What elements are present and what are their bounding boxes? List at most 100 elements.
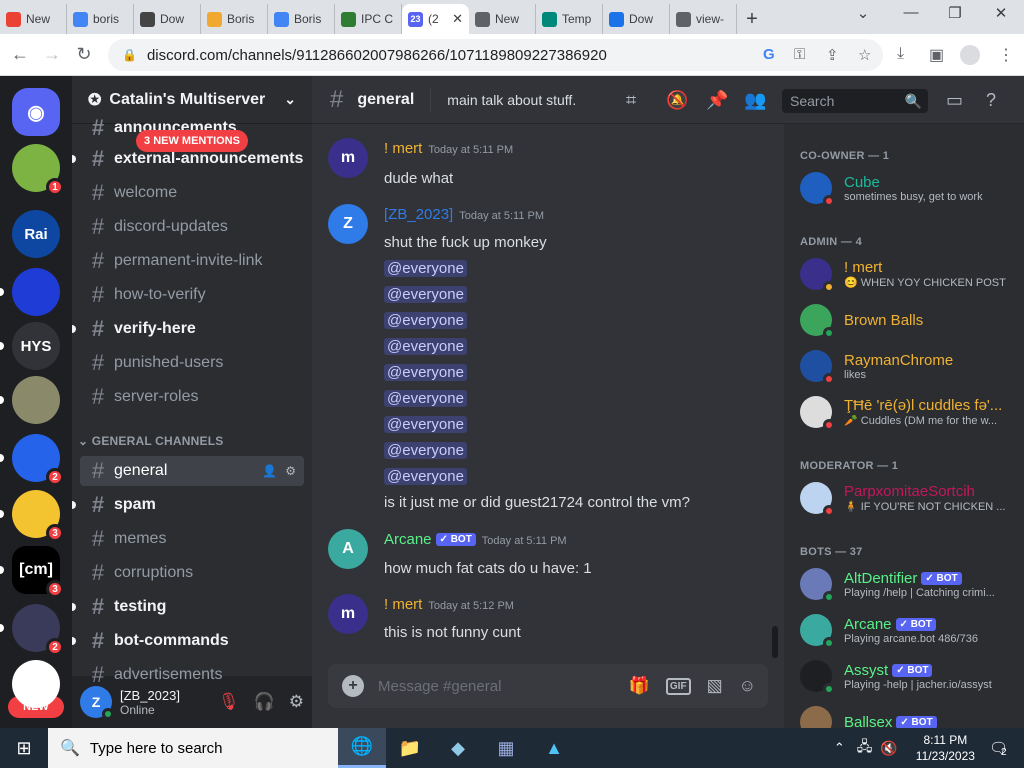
minimize-button[interactable]: — [896,4,926,21]
photos-taskbar-icon[interactable]: ▦ [482,728,530,768]
author-name[interactable]: ! mert [384,140,422,157]
server-fish-icon[interactable] [12,376,60,424]
browser-tab[interactable]: 23 (2 ✕ [402,4,469,34]
chat-scrollbar[interactable] [772,626,778,658]
mention-text[interactable]: @everyone [384,312,467,329]
show-hidden-icons-icon[interactable]: ⌃ [834,740,845,756]
volume-muted-icon[interactable]: 🔇 [880,740,897,757]
mention-text[interactable]: @everyone [384,442,467,459]
channel-spam[interactable]: # spam [72,490,304,520]
member-item[interactable]: ParpxomitaeSortcih 🧍 IF YOU'RE NOT CHICKE… [792,477,1018,519]
search-input[interactable]: Search 🔍 [782,89,928,113]
author-avatar[interactable]: Z [328,204,368,244]
new-mentions-banner[interactable]: 3 NEW MENTIONS [136,130,248,152]
taskbar-search-input[interactable]: 🔍 Type here to search [48,728,338,768]
forward-button[interactable]: → [36,44,68,65]
notifications-muted-icon[interactable]: 🔕 [666,90,688,111]
author-name[interactable]: [ZB_2023] [384,206,453,223]
member-item[interactable]: ŢĦē 'rē(ə)l cuddles fə'... 🥕 Cuddles (DM … [792,391,1018,433]
mute-mic-icon[interactable]: 🎙 [218,692,240,712]
inbox-icon[interactable]: ▭ [946,90,963,111]
server-hex-icon[interactable] [12,660,60,708]
author-avatar[interactable]: A [328,529,368,569]
channel-topic[interactable]: main talk about stuff. [447,92,576,108]
channel-general[interactable]: # general 👤 ⚙ [80,456,304,486]
emoji-icon[interactable]: ☺ [739,676,756,696]
browser-tab[interactable]: Dow [134,4,201,34]
new-tab-button[interactable]: + [737,4,767,34]
member-item[interactable]: RaymanChrome likes [792,345,1018,387]
browser-tab[interactable]: Temp [536,4,603,34]
server-window-icon[interactable]: 2 [12,434,64,486]
mention-text[interactable]: @everyone [384,260,467,277]
member-item[interactable]: Arcane ✓ BOT Playing arcane.bot 486/736 [792,609,1018,651]
address-bar[interactable]: 🔒 discord.com/channels/91128660200798626… [108,39,883,71]
bookmark-star-icon[interactable]: ☆ [858,46,871,64]
channel-how-to-verify[interactable]: # how-to-verify [80,280,304,310]
user-settings-gear-icon[interactable]: ⚙ [289,692,304,712]
browser-tab[interactable]: IPC C [335,4,402,34]
browser-tab[interactable]: view- [670,4,737,34]
chrome-menu-icon[interactable]: ⋮ [998,45,1014,65]
channel-discord-updates[interactable]: # discord-updates [80,212,304,242]
server-cm-icon[interactable]: [cm] 3 [12,546,64,598]
download-icon[interactable]: ⤓ [897,45,904,63]
author-name[interactable]: Arcane [384,531,432,548]
server-mascot-icon[interactable]: 3 [12,490,64,542]
mention-text[interactable]: @everyone [384,390,467,407]
channel-memes[interactable]: # memes [80,524,304,554]
close-window-button[interactable]: ✕ [986,4,1016,22]
channel-welcome[interactable]: # welcome [80,178,304,208]
headphones-icon[interactable]: 🎧 [254,692,275,712]
server-rai-icon[interactable]: Rai [12,210,60,258]
member-item[interactable]: Ballsex ✓ BOT [792,701,1018,728]
mention-text[interactable]: @everyone [384,416,467,433]
author-avatar[interactable]: m [328,138,368,178]
mention-text[interactable]: @everyone [384,364,467,381]
gif-button[interactable]: GIF [665,677,691,695]
mention-text[interactable]: @everyone [384,286,467,303]
guild-header[interactable]: ✪ Catalin's Multiserver ⌄ [72,76,312,124]
channel-advertisements[interactable]: # advertisements [80,660,304,690]
member-item[interactable]: Cube sometimes busy, get to work [792,167,1018,209]
channel-testing[interactable]: # testing [72,592,304,622]
mention-text[interactable]: @everyone [384,468,467,485]
app-taskbar-icon[interactable]: ◆ [434,728,482,768]
tab-search-icon[interactable]: ⌄ [848,4,878,22]
author-name[interactable]: ! mert [384,596,422,613]
browser-tab[interactable]: New [469,4,536,34]
channel-verify-here[interactable]: # verify-here [72,314,304,344]
notification-center-icon[interactable]: 🗨 2 [989,739,1008,758]
server-turtle-icon[interactable]: 1 [12,144,64,196]
user-avatar[interactable]: Z [80,686,114,720]
member-item[interactable]: ! mert 😊 WHEN YOY CHICKEN POST [792,253,1018,295]
pinned-messages-icon[interactable]: 📌 [706,90,728,111]
key-icon[interactable]: ⚿ [794,46,805,63]
channel-server-roles[interactable]: # server-roles [80,382,304,412]
share-icon[interactable]: ⇪ [826,46,839,64]
mention-text[interactable]: @everyone [384,338,467,355]
member-item[interactable]: Brown Balls [792,299,1018,341]
channel-corruptions[interactable]: # corruptions [80,558,304,588]
profile-avatar[interactable] [960,45,980,65]
member-item[interactable]: Assyst ✓ BOT Playing -help | jacher.io/ass… [792,655,1018,697]
message-composer[interactable]: + Message #general 🎁 GIF ▧ ☺ [328,664,768,708]
member-list-icon[interactable]: 👥 [744,90,766,111]
browser-tab[interactable]: boris [67,4,134,34]
server-blue-icon[interactable] [12,268,60,316]
vm-taskbar-icon[interactable]: ▲ [530,728,578,768]
channel-bot-commands[interactable]: # bot-commands [72,626,304,656]
sticker-icon[interactable]: ▧ [707,676,723,696]
server-dark-icon[interactable]: 2 [12,604,64,656]
channel-punished-users[interactable]: # punished-users [80,348,304,378]
side-panel-icon[interactable]: ▣ [929,45,944,65]
invite-icon[interactable]: 👤 [262,464,277,478]
chrome-taskbar-icon[interactable]: 🌐 [338,728,386,768]
category-general-channels[interactable]: ⌄ GENERAL CHANNELS [78,434,223,448]
close-tab-icon[interactable]: ✕ [452,11,463,27]
reload-button[interactable]: ↻ [68,44,100,65]
file-explorer-taskbar-icon[interactable]: 📁 [386,728,434,768]
network-icon[interactable]: 🖧 [857,736,873,760]
server-discord-icon[interactable]: ◉ [12,88,60,136]
browser-tab[interactable]: Boris [201,4,268,34]
